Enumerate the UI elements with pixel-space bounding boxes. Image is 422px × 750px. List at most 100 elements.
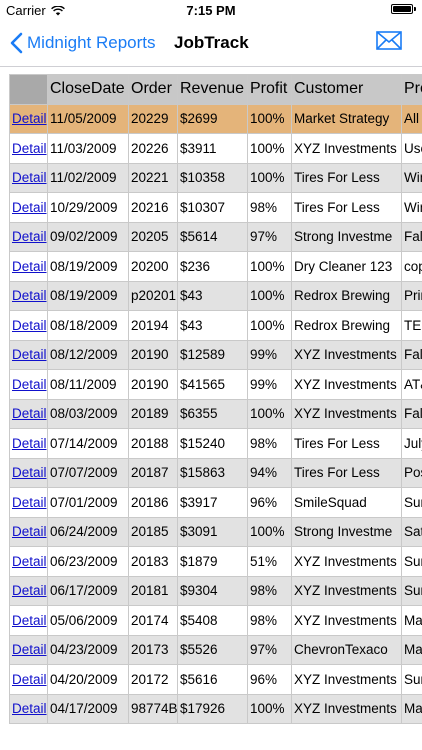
revenue-cell: $3917 xyxy=(177,487,248,518)
table-body: Detail 11/05/2009 20229 $2699 100% Market Str… xyxy=(9,103,422,724)
detail-cell: Detail xyxy=(9,162,48,193)
order-cell: 20172 xyxy=(128,664,178,695)
header-close-date[interactable]: CloseDate xyxy=(47,74,129,105)
product-cell: May xyxy=(401,693,422,724)
product-cell: Pos xyxy=(401,457,422,488)
header-profit[interactable]: Profit xyxy=(247,74,292,105)
profit-cell: 100% xyxy=(247,251,292,282)
product-cell: Sur xyxy=(401,575,422,606)
detail-cell: Detail xyxy=(9,575,48,606)
profit-cell: 96% xyxy=(247,664,292,695)
detail-cell: Detail xyxy=(9,457,48,488)
table-row[interactable]: Detail 04/20/2009 20172 $5616 96% XYZ Investm… xyxy=(9,664,422,695)
table-row[interactable]: Detail 08/12/2009 20190 $12589 99% XYZ Invest… xyxy=(9,339,422,370)
customer-cell: Tires For Less xyxy=(291,192,402,223)
table-row[interactable]: Detail 07/14/2009 20188 $15240 98% Tires For … xyxy=(9,428,422,459)
mail-button[interactable] xyxy=(376,31,402,55)
detail-link[interactable]: Detail xyxy=(12,701,47,716)
close-date-cell: 06/17/2009 xyxy=(47,575,129,606)
header-order[interactable]: Order xyxy=(128,74,178,105)
detail-link[interactable]: Detail xyxy=(12,170,47,185)
detail-cell: Detail xyxy=(9,310,48,341)
detail-link[interactable]: Detail xyxy=(12,347,47,362)
revenue-cell: $15863 xyxy=(177,457,248,488)
table-row[interactable]: Detail 08/18/2009 20194 $43 100% Redrox Brewi… xyxy=(9,310,422,341)
close-date-cell: 06/23/2009 xyxy=(47,546,129,577)
profit-cell: 98% xyxy=(247,605,292,636)
report-table-scroll[interactable]: CloseDate Order Revenue Profit Customer … xyxy=(0,67,422,750)
table-row[interactable]: Detail 11/03/2009 20226 $3911 100% XYZ Invest… xyxy=(9,133,422,164)
order-cell: 20205 xyxy=(128,221,178,252)
table-row[interactable]: Detail 07/01/2009 20186 $3917 96% SmileSquad S… xyxy=(9,487,422,518)
detail-cell: Detail xyxy=(9,280,48,311)
revenue-cell: $5614 xyxy=(177,221,248,252)
table-row[interactable]: Detail 06/24/2009 20185 $3091 100% Strong Inv… xyxy=(9,516,422,547)
profit-cell: 51% xyxy=(247,546,292,577)
table-row[interactable]: Detail 06/17/2009 20181 $9304 98% XYZ Investm… xyxy=(9,575,422,606)
detail-link[interactable]: Detail xyxy=(12,554,47,569)
detail-link[interactable]: Detail xyxy=(12,141,47,156)
table-row[interactable]: Detail 04/23/2009 20173 $5526 97% ChevronTexa… xyxy=(9,634,422,665)
table-header-row: CloseDate Order Revenue Profit Customer … xyxy=(9,74,422,105)
detail-link[interactable]: Detail xyxy=(12,229,47,244)
table-row[interactable]: Detail 09/02/2009 20205 $5614 97% Strong Inve… xyxy=(9,221,422,252)
revenue-cell: $6355 xyxy=(177,398,248,429)
revenue-cell: $10358 xyxy=(177,162,248,193)
detail-link[interactable]: Detail xyxy=(12,583,47,598)
revenue-cell: $3911 xyxy=(177,133,248,164)
close-date-cell: 08/11/2009 xyxy=(47,369,129,400)
close-date-cell: 07/01/2009 xyxy=(47,487,129,518)
table-row[interactable]: Detail 06/23/2009 20183 $1879 51% XYZ Investm… xyxy=(9,546,422,577)
close-date-cell: 11/03/2009 xyxy=(47,133,129,164)
detail-link[interactable]: Detail xyxy=(12,406,47,421)
detail-cell: Detail xyxy=(9,546,48,577)
detail-link[interactable]: Detail xyxy=(12,318,47,333)
header-customer[interactable]: Customer xyxy=(291,74,402,105)
profit-cell: 97% xyxy=(247,221,292,252)
table-row[interactable]: Detail 11/05/2009 20229 $2699 100% Market Str… xyxy=(9,103,422,134)
order-cell: 20194 xyxy=(128,310,178,341)
customer-cell: Tires For Less xyxy=(291,162,402,193)
table-row[interactable]: Detail 04/17/2009 98774B $17926 100% XYZ Inve… xyxy=(9,693,422,724)
detail-link[interactable]: Detail xyxy=(12,288,47,303)
order-cell: 20185 xyxy=(128,516,178,547)
table-row[interactable]: Detail 08/11/2009 20190 $41565 99% XYZ Invest… xyxy=(9,369,422,400)
detail-link[interactable]: Detail xyxy=(12,377,47,392)
header-revenue[interactable]: Revenue xyxy=(177,74,248,105)
order-cell: 20216 xyxy=(128,192,178,223)
detail-link[interactable]: Detail xyxy=(12,524,47,539)
table-row[interactable]: Detail 07/07/2009 20187 $15863 94% Tires For … xyxy=(9,457,422,488)
detail-link[interactable]: Detail xyxy=(12,672,47,687)
table-row[interactable]: Detail 08/03/2009 20189 $6355 100% XYZ Invest… xyxy=(9,398,422,429)
header-product[interactable]: Pro xyxy=(401,74,422,105)
detail-link[interactable]: Detail xyxy=(12,613,47,628)
product-cell: Use xyxy=(401,133,422,164)
profit-cell: 100% xyxy=(247,280,292,311)
order-cell: 20221 xyxy=(128,162,178,193)
close-date-cell: 06/24/2009 xyxy=(47,516,129,547)
order-cell: 20226 xyxy=(128,133,178,164)
profit-cell: 100% xyxy=(247,310,292,341)
page-title: JobTrack xyxy=(174,33,249,52)
detail-link[interactable]: Detail xyxy=(12,200,47,215)
detail-link[interactable]: Detail xyxy=(12,495,47,510)
detail-link[interactable]: Detail xyxy=(12,465,47,480)
detail-link[interactable]: Detail xyxy=(12,642,47,657)
detail-link[interactable]: Detail xyxy=(12,436,47,451)
back-button[interactable]: Midnight Reports xyxy=(10,32,156,54)
detail-cell: Detail xyxy=(9,251,48,282)
product-cell: cop xyxy=(401,251,422,282)
detail-link[interactable]: Detail xyxy=(12,259,47,274)
navigation-bar: Midnight Reports JobTrack xyxy=(0,22,422,67)
table-row[interactable]: Detail 11/02/2009 20221 $10358 100% Tires For… xyxy=(9,162,422,193)
close-date-cell: 04/20/2009 xyxy=(47,664,129,695)
table-row[interactable]: Detail 08/19/2009 p20201 $43 100% Redrox Brew… xyxy=(9,280,422,311)
table-row[interactable]: Detail 08/19/2009 20200 $236 100% Dry Cleaner… xyxy=(9,251,422,282)
profit-cell: 100% xyxy=(247,398,292,429)
table-row[interactable]: Detail 05/06/2009 20174 $5408 98% XYZ Investm… xyxy=(9,605,422,636)
order-cell: 20188 xyxy=(128,428,178,459)
customer-cell: Redrox Brewing xyxy=(291,280,402,311)
table-row[interactable]: Detail 10/29/2009 20216 $10307 98% Tires For … xyxy=(9,192,422,223)
order-cell: 20190 xyxy=(128,339,178,370)
detail-link[interactable]: Detail xyxy=(12,111,47,126)
